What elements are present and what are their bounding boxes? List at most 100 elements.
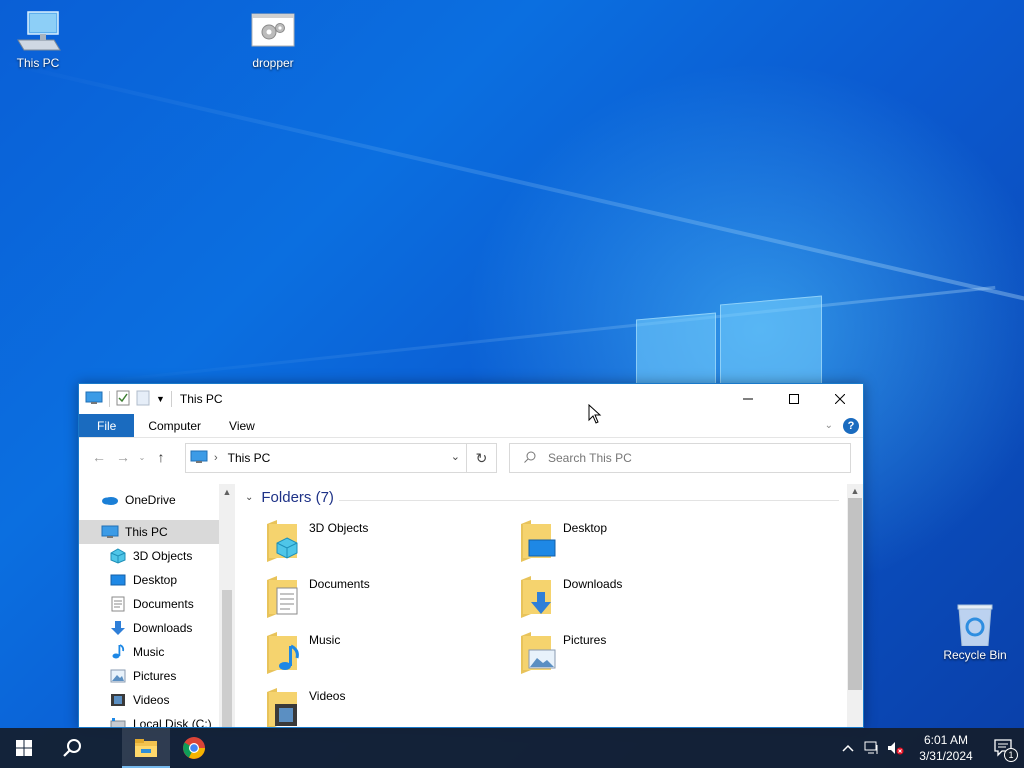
- refresh-button[interactable]: ↻: [467, 443, 497, 473]
- forward-button[interactable]: →: [111, 449, 135, 465]
- desktop-folder-large-icon: [517, 518, 557, 562]
- sidebar-item-onedrive[interactable]: OneDrive: [79, 488, 219, 512]
- videos-icon: [109, 692, 127, 708]
- sidebar-item-local-disk[interactable]: Local Disk (C:): [79, 712, 219, 728]
- ribbon-tabs: File Computer View ⌄ ?: [79, 414, 863, 438]
- light-beam: [0, 60, 1024, 312]
- application-gear-icon: [249, 10, 297, 54]
- downloads-folder-icon: [517, 574, 557, 618]
- folder-videos[interactable]: Videos: [263, 686, 503, 727]
- sidebar-item-label: This PC: [125, 525, 168, 539]
- maximize-button[interactable]: [771, 384, 817, 414]
- recycle-bin-icon: [951, 602, 999, 647]
- sidebar-item-label: Local Disk (C:): [133, 717, 212, 728]
- sidebar-item-label: Documents: [133, 597, 194, 611]
- navigation-pane-scrollbar[interactable]: ▲: [219, 484, 235, 727]
- minimize-button[interactable]: [725, 384, 771, 414]
- separator: [170, 391, 172, 407]
- address-dropdown-icon[interactable]: ⌄: [451, 450, 460, 463]
- sidebar-item-pictures[interactable]: Pictures: [79, 664, 219, 688]
- scrollbar-thumb[interactable]: [848, 498, 862, 690]
- collapse-chevron-icon[interactable]: ⌄: [245, 492, 253, 503]
- tab-file[interactable]: File: [79, 414, 135, 437]
- music-folder-icon: [263, 630, 303, 674]
- desktop-icon-this-pc[interactable]: This PC: [0, 10, 76, 70]
- divider: [339, 500, 839, 501]
- back-button[interactable]: ←: [87, 449, 111, 465]
- folder-label: Videos: [309, 689, 346, 703]
- scroll-up-arrow-icon[interactable]: ▲: [847, 484, 863, 498]
- folder-label: Pictures: [563, 633, 607, 647]
- volume-muted-icon[interactable]: [884, 728, 908, 768]
- desktop-icon-label: dropper: [252, 56, 294, 70]
- expand-ribbon-chevron-icon[interactable]: ⌄: [825, 420, 833, 431]
- folders-group-header[interactable]: ⌄ Folders (7): [245, 489, 334, 506]
- taskbar-file-explorer[interactable]: [122, 728, 170, 768]
- videos-folder-icon: [263, 686, 303, 727]
- file-explorer-window[interactable]: ▼ This PC File Computer View ⌄ ? ← → ⌄ ↑: [78, 383, 864, 728]
- folder-pictures[interactable]: Pictures: [517, 630, 757, 678]
- sidebar-item-documents[interactable]: Documents: [79, 592, 219, 616]
- search-button[interactable]: [48, 728, 96, 768]
- scrollbar-thumb[interactable]: [222, 590, 232, 727]
- search-box[interactable]: Search This PC: [509, 443, 851, 473]
- help-button[interactable]: ?: [843, 417, 859, 434]
- breadcrumb[interactable]: This PC: [228, 451, 271, 465]
- desktop-icon-recycle-bin[interactable]: Recycle Bin: [937, 602, 1013, 662]
- this-pc-icon: [101, 524, 119, 540]
- action-center-button[interactable]: 1: [984, 728, 1024, 768]
- this-pc-small-icon: [85, 391, 103, 408]
- taskbar-chrome[interactable]: [170, 728, 218, 768]
- search-icon: [63, 739, 81, 757]
- sidebar-item-music[interactable]: Music: [79, 640, 219, 664]
- sidebar-item-3d-objects[interactable]: 3D Objects: [79, 544, 219, 568]
- sidebar-item-downloads[interactable]: Downloads: [79, 616, 219, 640]
- folder-documents[interactable]: Documents: [263, 574, 503, 622]
- breadcrumb-separator-icon[interactable]: ›: [214, 452, 218, 464]
- sidebar-item-videos[interactable]: Videos: [79, 688, 219, 712]
- properties-icon[interactable]: [116, 390, 130, 409]
- group-title: Folders (7): [261, 489, 334, 506]
- content-scrollbar[interactable]: ▲: [847, 484, 863, 727]
- folder-label: Downloads: [563, 577, 623, 591]
- network-icon[interactable]: [860, 728, 884, 768]
- close-button[interactable]: [817, 384, 863, 414]
- chrome-icon: [183, 737, 205, 759]
- clock-date: 3/31/2024: [919, 749, 973, 763]
- window-controls: [725, 384, 863, 414]
- folder-3d-objects[interactable]: 3D Objects: [263, 518, 503, 566]
- folder-music[interactable]: Music: [263, 630, 503, 678]
- quick-access-toolbar: ▼: [79, 384, 172, 414]
- folder-label: Music: [309, 633, 341, 647]
- search-placeholder: Search This PC: [548, 451, 632, 465]
- sidebar-item-label: Downloads: [133, 621, 193, 635]
- sidebar-item-label: Pictures: [133, 669, 177, 683]
- windows-logo-icon: [16, 740, 32, 756]
- folder-downloads[interactable]: Downloads: [517, 574, 757, 622]
- content-pane: ⌄ Folders (7) 3D Objects Desktop Documen…: [239, 484, 847, 727]
- window-title: This PC: [179, 392, 223, 406]
- desktop-icon-dropper[interactable]: dropper: [235, 10, 311, 70]
- search-icon: [524, 451, 536, 466]
- tab-view[interactable]: View: [215, 414, 269, 437]
- desktop-icon-label: Recycle Bin: [943, 648, 1007, 662]
- customize-toolbar-dropdown-icon[interactable]: ▼: [156, 394, 165, 404]
- sidebar-item-desktop[interactable]: Desktop: [79, 568, 219, 592]
- desktop-icon-label: This PC: [16, 56, 60, 70]
- tab-computer[interactable]: Computer: [134, 414, 215, 437]
- taskbar: 6:01 AM 3/31/2024 1: [0, 728, 1024, 768]
- sidebar-item-this-pc[interactable]: This PC: [79, 520, 219, 544]
- new-folder-icon[interactable]: [136, 390, 150, 409]
- show-hidden-icons-chevron-icon[interactable]: [836, 728, 860, 768]
- clock[interactable]: 6:01 AM 3/31/2024: [908, 732, 984, 764]
- system-tray: 6:01 AM 3/31/2024 1: [836, 728, 1024, 768]
- start-button[interactable]: [0, 728, 48, 768]
- address-bar[interactable]: › This PC ⌄: [185, 443, 467, 473]
- scroll-up-arrow-icon[interactable]: ▲: [219, 484, 235, 500]
- notification-count-badge: 1: [1004, 748, 1018, 762]
- recent-locations-dropdown[interactable]: ⌄: [135, 453, 149, 462]
- up-button[interactable]: ↑: [149, 449, 173, 465]
- title-bar[interactable]: ▼ This PC: [79, 384, 863, 414]
- folder-desktop[interactable]: Desktop: [517, 518, 757, 566]
- mouse-cursor-icon: [588, 403, 602, 424]
